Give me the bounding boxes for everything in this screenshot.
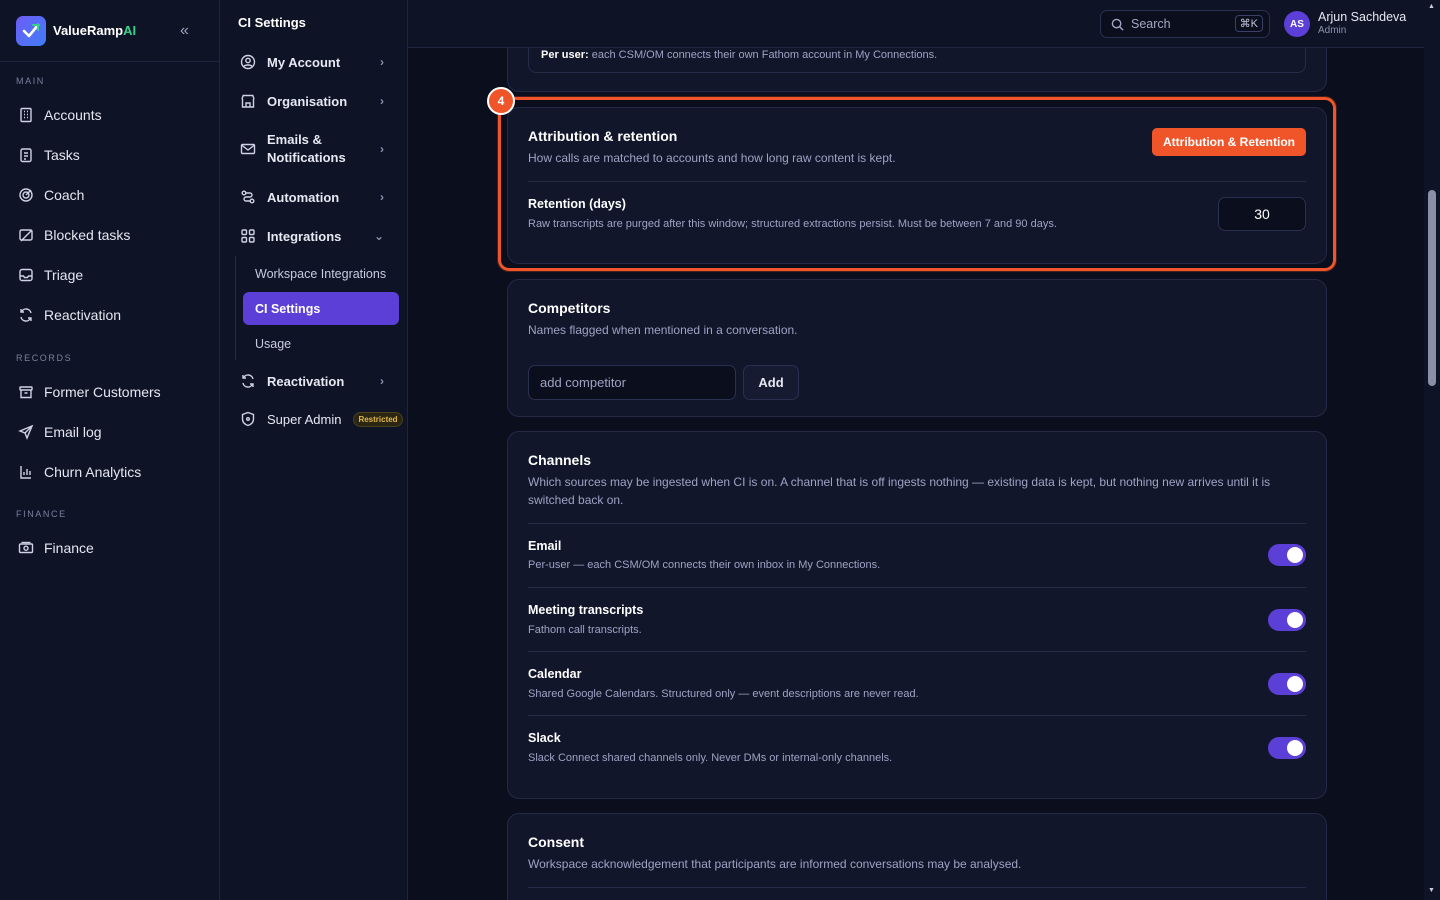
user-circle-icon xyxy=(240,54,256,70)
grid-icon xyxy=(241,229,255,243)
nav-accounts[interactable]: Accounts xyxy=(0,95,220,135)
blocked-icon xyxy=(19,229,33,242)
chevron-right-icon: › xyxy=(380,190,384,204)
refresh-icon xyxy=(242,374,254,388)
fathom-option-text: Per user: each CSM/OM connects their own… xyxy=(541,49,938,61)
nav-former-customers[interactable]: Former Customers xyxy=(0,372,220,412)
workflow-icon xyxy=(241,190,255,204)
tour-step-marker: 4 xyxy=(487,87,515,115)
channels-desc: Which sources may be ingested when CI is… xyxy=(528,475,1271,507)
topbar: Search ⌘K AS Arjun Sachdeva Admin xyxy=(408,0,1424,48)
channel-slack-toggle[interactable] xyxy=(1268,737,1306,759)
main-content: Per user: each CSM/OM connects their own… xyxy=(408,48,1424,900)
scroll-down-icon[interactable]: ▼ xyxy=(1428,887,1435,894)
channel-calendar-desc: Shared Google Calendars. Structured only… xyxy=(528,688,919,700)
settings-subnav: CI Settings My Account › Organisation › … xyxy=(220,0,408,900)
channel-slack-title: Slack xyxy=(528,731,561,745)
add-competitor-button[interactable]: Add xyxy=(743,365,799,400)
chevron-right-icon: › xyxy=(380,94,384,108)
channel-email-title: Email xyxy=(528,539,562,553)
channel-calendar-toggle[interactable] xyxy=(1268,673,1306,695)
main-sidebar: ValueRampAI « MAIN Accounts Tasks Coach … xyxy=(0,0,220,900)
chevron-right-icon: › xyxy=(380,142,384,156)
channel-slack-desc: Slack Connect shared channels only. Neve… xyxy=(528,752,893,764)
chart-icon xyxy=(20,466,31,479)
shortcut-hint: ⌘K xyxy=(1234,15,1263,32)
section-label-records: RECORDS xyxy=(16,353,73,363)
consent-title: Consent xyxy=(528,834,584,850)
building-icon xyxy=(20,107,32,123)
page-title: CI Settings xyxy=(238,15,306,30)
shield-icon xyxy=(241,411,255,427)
nav-finance[interactable]: Finance xyxy=(0,528,220,568)
subnav-reactivation[interactable]: Reactivation › xyxy=(240,371,400,391)
channel-meeting-title: Meeting transcripts xyxy=(528,603,644,617)
channel-calendar-title: Calendar xyxy=(528,667,582,681)
channels-title: Channels xyxy=(528,452,592,468)
channel-meeting-toggle[interactable] xyxy=(1268,609,1306,631)
competitors-title: Competitors xyxy=(528,300,611,316)
nav-blocked-tasks[interactable]: Blocked tasks xyxy=(0,215,220,255)
scrollbar[interactable]: ▲ ▼ xyxy=(1424,0,1440,900)
brand-name: ValueRampAI xyxy=(53,23,137,38)
nav-coach[interactable]: Coach xyxy=(0,175,220,215)
nav-triage[interactable]: Triage xyxy=(0,255,220,295)
cash-icon xyxy=(18,541,34,554)
user-name[interactable]: Arjun Sachdeva xyxy=(1318,10,1406,24)
subnav-automation[interactable]: Automation › xyxy=(240,187,400,207)
nav-email-log[interactable]: Email log xyxy=(0,412,220,452)
subnav-super-admin[interactable]: Super Admin Restricted xyxy=(240,409,430,429)
nav-reactivation[interactable]: Reactivation xyxy=(0,295,220,335)
search-input[interactable]: Search ⌘K xyxy=(1100,10,1270,38)
user-role: Admin xyxy=(1318,25,1347,36)
refresh-icon xyxy=(20,308,32,322)
target-icon xyxy=(19,188,33,202)
chevron-right-icon: › xyxy=(380,374,384,388)
store-icon xyxy=(241,94,255,108)
scroll-up-icon[interactable]: ▲ xyxy=(1428,3,1435,10)
inbox-icon xyxy=(19,268,33,282)
section-label-main: MAIN xyxy=(16,76,45,86)
nav-churn-analytics[interactable]: Churn Analytics xyxy=(0,452,220,492)
subnav-integrations[interactable]: Integrations ⌄ xyxy=(240,226,400,246)
restricted-badge: Restricted xyxy=(353,411,403,427)
consent-desc: Workspace acknowledgement that participa… xyxy=(528,857,1022,871)
consent-card: Consent Workspace acknowledgement that p… xyxy=(507,813,1327,900)
search-icon xyxy=(1111,18,1124,31)
channel-email-desc: Per-user — each CSM/OM connects their ow… xyxy=(528,559,881,571)
send-icon xyxy=(18,424,34,440)
channels-card: Channels Which sources may be ingested w… xyxy=(507,431,1327,799)
subnav-ci-settings[interactable]: CI Settings xyxy=(243,292,399,325)
subnav-workspace-integrations[interactable]: Workspace Integrations xyxy=(243,257,399,290)
chevron-right-icon: › xyxy=(380,55,384,69)
tour-highlight xyxy=(498,97,1336,271)
fathom-option-box: Per user: each CSM/OM connects their own… xyxy=(528,48,1306,73)
channel-email-toggle[interactable] xyxy=(1268,544,1306,566)
subnav-indent-line xyxy=(235,256,236,360)
competitor-input[interactable]: add competitor xyxy=(528,365,736,400)
subnav-my-account[interactable]: My Account › xyxy=(240,52,400,72)
subnav-usage[interactable]: Usage xyxy=(243,327,399,360)
channel-meeting-desc: Fathom call transcripts. xyxy=(528,624,642,636)
app-root: ValueRampAI « MAIN Accounts Tasks Coach … xyxy=(0,0,1440,900)
mail-icon xyxy=(240,143,256,155)
nav-tasks[interactable]: Tasks xyxy=(0,135,220,175)
competitors-desc: Names flagged when mentioned in a conver… xyxy=(528,323,798,337)
brand-logo-icon xyxy=(16,15,46,46)
scroll-thumb[interactable] xyxy=(1428,190,1436,386)
fathom-card: Per user: each CSM/OM connects their own… xyxy=(507,48,1327,92)
subnav-organisation[interactable]: Organisation › xyxy=(240,91,400,111)
competitors-card: Competitors Names flagged when mentioned… xyxy=(507,279,1327,417)
collapse-sidebar-icon[interactable]: « xyxy=(180,22,189,40)
archive-icon xyxy=(19,386,33,399)
subnav-emails-notifications[interactable]: Emails & Notifications › xyxy=(240,130,400,168)
clipboard-icon xyxy=(20,148,32,163)
avatar[interactable]: AS xyxy=(1284,11,1310,37)
section-label-finance: FINANCE xyxy=(16,509,67,519)
chevron-down-icon: ⌄ xyxy=(373,229,384,243)
